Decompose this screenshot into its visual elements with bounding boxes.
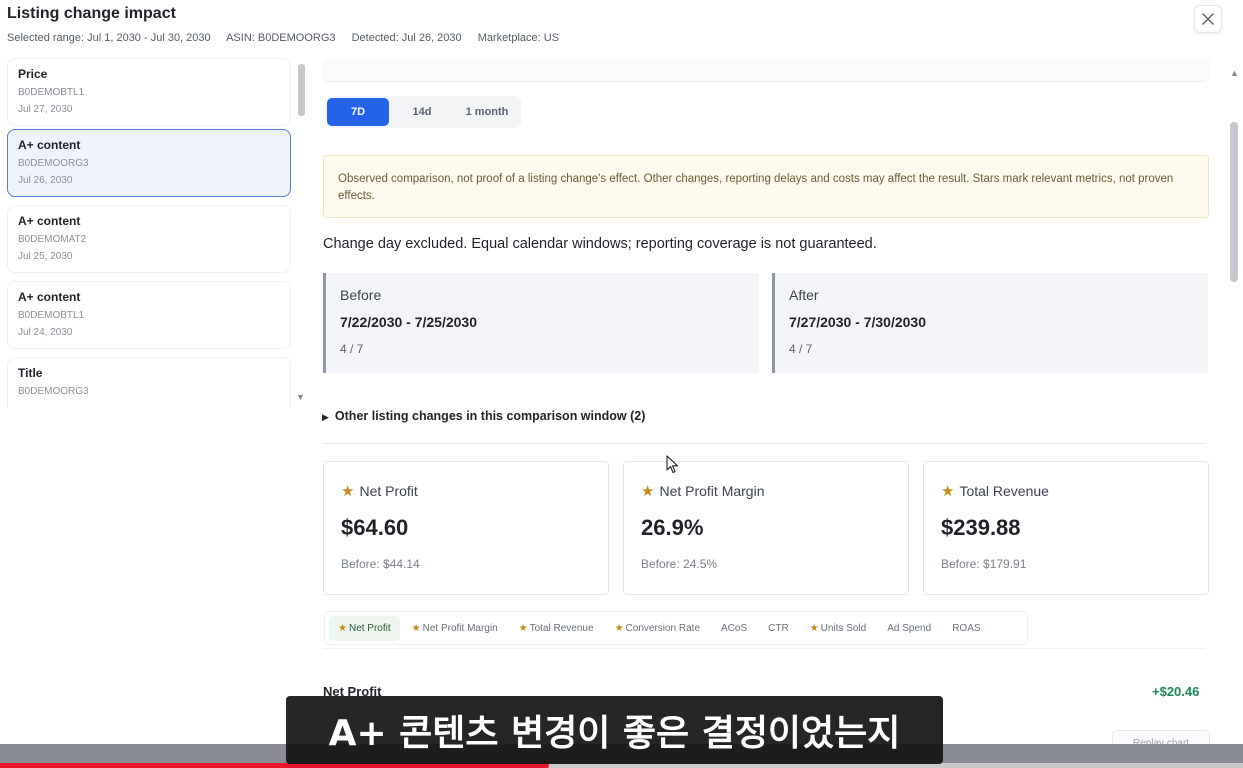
tab-label: CTR <box>768 622 789 634</box>
tab-label: Net Profit Margin <box>422 622 498 634</box>
metric-value: $239.88 <box>941 515 1021 540</box>
period-7d-button[interactable]: 7D <box>327 98 389 126</box>
star-icon: ★ <box>941 483 955 500</box>
sidebar-item-aplus-btl1[interactable]: A+ content B0DEMOBTL1 Jul 24, 2030 <box>7 281 291 349</box>
metric-label: Net Profit <box>359 483 418 499</box>
sidebar-item-aplus-mat2[interactable]: A+ content B0DEMOMAT2 Jul 25, 2030 <box>7 205 291 273</box>
sidebar-item-asin: B0DEMOORG3 <box>18 386 89 397</box>
tab-label: ACoS <box>721 622 748 634</box>
star-icon: ★ <box>641 483 655 500</box>
metric-before: Before: $179.91 <box>941 557 1027 571</box>
star-icon: ★ <box>809 622 819 634</box>
modal-meta: Selected range: Jul 1, 2030 - Jul 30, 20… <box>7 32 572 44</box>
metric-before: Before: $44.14 <box>341 557 420 571</box>
top-section-edge <box>322 58 1210 82</box>
listing-changes-sidebar[interactable]: Price B0DEMOBTL1 Jul 27, 2030 A+ content… <box>0 58 309 408</box>
star-icon: ★ <box>341 483 355 500</box>
sidebar-item-asin: B0DEMOORG3 <box>18 158 89 169</box>
sidebar-scroll-down-icon[interactable]: ▼ <box>296 392 305 402</box>
tab-label: Net Profit <box>348 622 391 634</box>
sidebar-item-date: Jul 27, 2030 <box>18 104 73 115</box>
before-label: Before <box>340 287 382 303</box>
meta-marketplace: Marketplace: US <box>477 32 560 44</box>
tabs-divider <box>322 648 1206 649</box>
after-label: After <box>789 287 819 303</box>
close-icon <box>1202 13 1214 25</box>
metric-value: 26.9% <box>641 515 704 540</box>
sidebar-item-title-org3[interactable]: Title B0DEMOORG3 <box>7 357 291 408</box>
tab-label: Conversion Rate <box>625 622 701 634</box>
period-selector[interactable]: 7D 14d 1 month <box>325 96 521 128</box>
meta-detected: Detected: Jul 26, 2030 <box>351 32 462 44</box>
modal-title: Listing change impact <box>7 5 176 22</box>
metric-card-total-revenue: ★ Total Revenue $239.88 Before: $179.91 <box>923 461 1209 595</box>
tab-label: Ad Spend <box>887 622 932 634</box>
meta-range: Selected range: Jul 1, 2030 - Jul 30, 20… <box>7 32 211 44</box>
main-panel: 7D 14d 1 month Observed comparison, not … <box>322 58 1212 768</box>
star-icon: ★ <box>338 622 347 634</box>
other-changes-toggle[interactable]: ▶ Other listing changes in this compariso… <box>322 409 645 423</box>
sidebar-item-asin: B0DEMOBTL1 <box>18 310 85 321</box>
period-1month-button[interactable]: 1 month <box>455 98 519 126</box>
metric-label: Net Profit Margin <box>659 483 765 499</box>
metric-tabs[interactable]: ★ Net Profit ★ Net Profit Margin ★ Total Re… <box>324 611 1028 645</box>
section-divider <box>322 443 1206 444</box>
other-changes-label: Other listing changes in this comparison… <box>334 409 646 423</box>
tab-roas[interactable]: ROAS <box>943 616 989 641</box>
sidebar-item-title: A+ content <box>18 214 81 228</box>
chart-delta: +$20.46 <box>1152 684 1200 699</box>
after-window: After 7/27/2030 - 7/30/2030 4 / 7 <box>772 273 1208 373</box>
period-14d-button[interactable]: 14d <box>389 98 455 126</box>
sidebar-item-title: A+ content <box>18 138 81 152</box>
sidebar-item-date: Jul 26, 2030 <box>18 175 73 186</box>
before-window: Before 7/22/2030 - 7/25/2030 4 / 7 <box>323 273 759 373</box>
sidebar-item-asin: B0DEMOBTL1 <box>18 87 85 98</box>
sidebar-item-aplus-org3[interactable]: A+ content B0DEMOORG3 Jul 26, 2030 <box>7 129 291 197</box>
sidebar-scrollbar-thumb[interactable] <box>298 64 305 116</box>
tab-units-sold[interactable]: ★ Units Sold <box>801 616 876 641</box>
tab-conversion-rate[interactable]: ★ Conversion Rate <box>606 616 709 641</box>
after-range: 7/27/2030 - 7/30/2030 <box>789 314 927 330</box>
metric-card-net-profit-margin: ★ Net Profit Margin 26.9% Before: 24.5% <box>623 461 909 595</box>
sidebar-item-date: Jul 24, 2030 <box>18 327 73 338</box>
sidebar-item-asin: B0DEMOMAT2 <box>18 234 87 245</box>
sidebar-item-price[interactable]: Price B0DEMOBTL1 Jul 27, 2030 <box>7 58 291 126</box>
metric-card-net-profit: ★ Net Profit $64.60 Before: $44.14 <box>323 461 609 595</box>
tab-ad-spend[interactable]: Ad Spend <box>878 616 940 641</box>
listing-change-impact-modal: Listing change impact Selected range: Ju… <box>0 0 1243 768</box>
sidebar-item-date: Jul 25, 2030 <box>18 251 73 262</box>
star-icon: ★ <box>614 622 624 634</box>
tab-label: ROAS <box>952 622 981 634</box>
tab-net-profit-margin[interactable]: ★ Net Profit Margin <box>403 616 507 641</box>
tab-total-revenue[interactable]: ★ Total Revenue <box>510 616 603 641</box>
before-coverage: 4 / 7 <box>340 342 364 356</box>
sidebar-item-title: Price <box>18 67 48 81</box>
before-range: 7/22/2030 - 7/25/2030 <box>340 314 478 330</box>
sidebar-item-title: A+ content <box>18 290 81 304</box>
tab-acos[interactable]: ACoS <box>712 616 756 641</box>
tab-ctr[interactable]: CTR <box>759 616 798 641</box>
sidebar-item-title: Title <box>18 366 43 380</box>
disclaimer-notice: Observed comparison, not proof of a list… <box>323 155 1209 218</box>
after-coverage: 4 / 7 <box>789 342 813 356</box>
video-subtitle: A+ 콘텐츠 변경이 좋은 결정이었는지 <box>286 696 943 764</box>
window-note: Change day excluded. Equal calendar wind… <box>323 236 877 252</box>
star-icon: ★ <box>411 622 421 634</box>
metric-label: Total Revenue <box>959 483 1049 499</box>
metric-before: Before: 24.5% <box>641 557 718 571</box>
tab-net-profit[interactable]: ★ Net Profit <box>329 615 400 641</box>
scroll-up-icon[interactable]: ▲ <box>1230 68 1239 78</box>
modal-header: Listing change impact Selected range: Ju… <box>0 0 1243 56</box>
tab-label: Units Sold <box>820 622 867 634</box>
disclosure-triangle-icon: ▶ <box>322 412 329 422</box>
tab-label: Total Revenue <box>529 622 594 634</box>
close-button[interactable] <box>1194 5 1222 33</box>
metric-value: $64.60 <box>341 515 409 540</box>
meta-asin: ASIN: B0DEMOORG3 <box>226 32 336 44</box>
star-icon: ★ <box>518 622 528 634</box>
mouse-cursor-icon <box>666 455 679 474</box>
main-scrollbar-thumb[interactable] <box>1230 122 1238 282</box>
